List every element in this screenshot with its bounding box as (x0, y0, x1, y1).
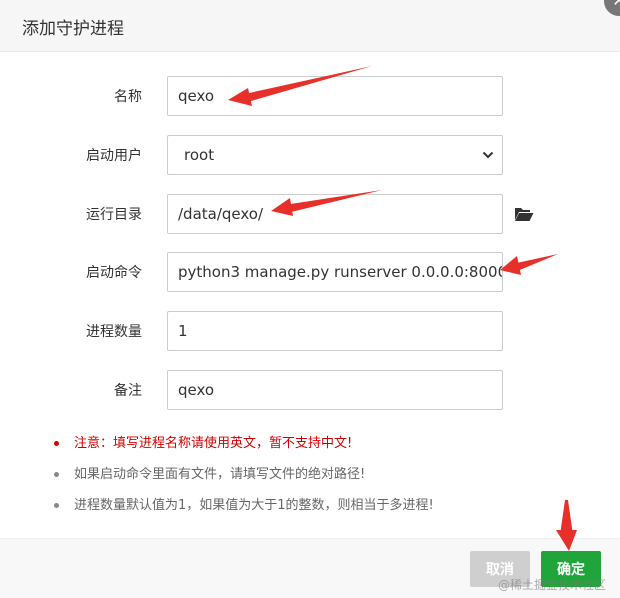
annotation-arrow-icon (560, 500, 573, 535)
form-row-user: 启动用户 root (0, 135, 620, 175)
note-item: 进程数量默认值为1，如果值为大于1的整数，则相当于多进程! (52, 496, 434, 527)
user-label: 启动用户 (86, 148, 142, 164)
workdir-input[interactable]: /data/qexo/ (167, 194, 503, 234)
form-row-workdir: 运行目录 /data/qexo/ (0, 194, 620, 234)
note-text: 进程数量默认值为1，如果值为大于1的整数，则相当于多进程! (74, 498, 434, 513)
bullet-icon (54, 472, 59, 477)
workdir-label: 运行目录 (86, 207, 142, 223)
user-select-value: root (184, 146, 215, 164)
note-text: 注意：填写进程名称请使用英文，暂不支持中文! (74, 436, 353, 451)
folder-open-icon[interactable] (514, 206, 534, 222)
form-row-remark: 备注 qexo (0, 370, 620, 410)
name-label: 名称 (114, 89, 142, 105)
form-row-name: 名称 qexo (0, 76, 620, 116)
note-item: 如果启动命令里面有文件，请填写文件的绝对路径! (52, 465, 434, 496)
form-row-process-count: 进程数量 1 (0, 311, 620, 351)
help-notes: 注意：填写进程名称请使用英文，暂不支持中文! 如果启动命令里面有文件，请填写文件… (52, 434, 434, 527)
close-icon: ✕ (612, 0, 620, 10)
bullet-icon (54, 503, 59, 508)
process-count-input[interactable]: 1 (167, 311, 503, 351)
remark-input[interactable]: qexo (167, 370, 503, 410)
note-text: 如果启动命令里面有文件，请填写文件的绝对路径! (74, 467, 366, 482)
process-count-label: 进程数量 (86, 324, 142, 340)
chevron-down-icon (482, 151, 494, 159)
name-input[interactable]: qexo (167, 76, 503, 116)
remark-label: 备注 (114, 383, 142, 399)
dialog-header: 添加守护进程 (0, 0, 620, 52)
dialog-title: 添加守护进程 (22, 19, 124, 39)
user-select[interactable]: root (167, 135, 503, 175)
command-input[interactable]: python3 manage.py runserver 0.0.0.0:8000… (167, 252, 503, 292)
bullet-icon (54, 441, 59, 446)
add-daemon-dialog: 添加守护进程 ✕ 名称 qexo 启动用户 root 运行目录 /data/qe… (0, 0, 620, 598)
note-item: 注意：填写进程名称请使用英文，暂不支持中文! (52, 434, 434, 465)
form-row-command: 启动命令 python3 manage.py runserver 0.0.0.0… (0, 252, 620, 292)
command-label: 启动命令 (86, 265, 142, 281)
watermark: @稀土掘金技术社区 (498, 578, 607, 592)
